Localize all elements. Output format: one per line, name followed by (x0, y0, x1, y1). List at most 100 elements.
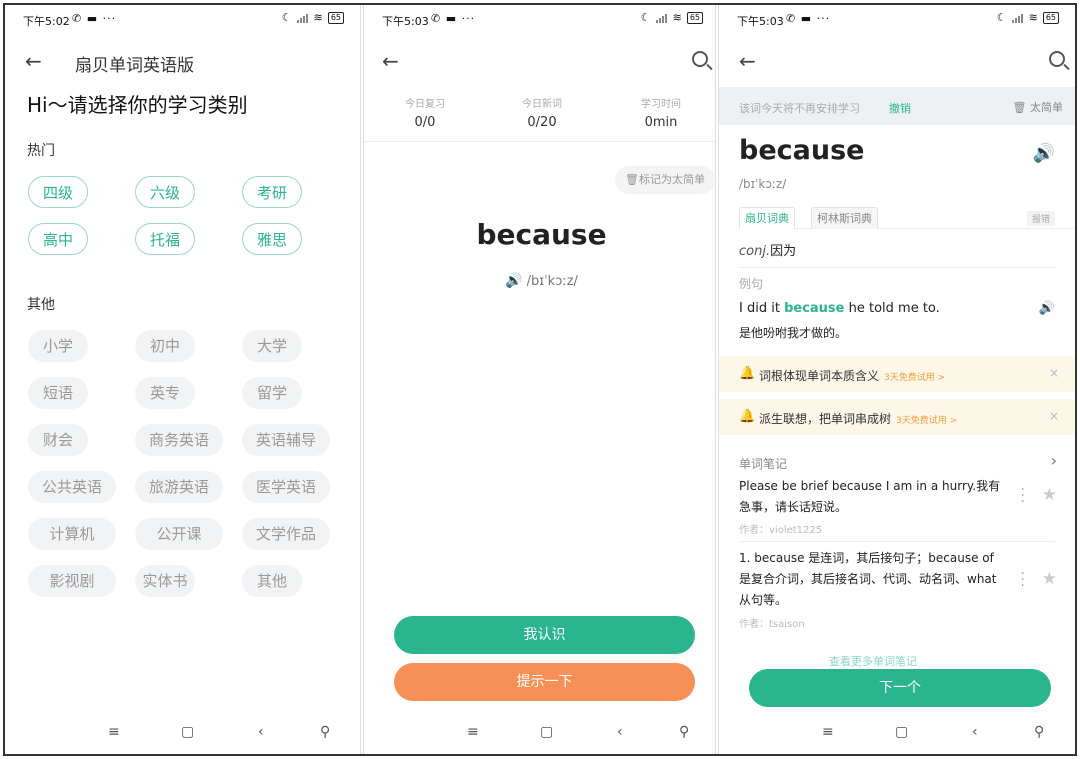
mark-too-easy-button[interactable]: 🗑标记为太简单 (615, 166, 715, 194)
app-title: 扇贝单词英语版 (75, 56, 194, 76)
menu-icon[interactable]: ≡ (467, 724, 479, 740)
category-chip[interactable]: 小学 (28, 330, 88, 362)
category-chip[interactable]: 初中 (135, 330, 195, 362)
bell-icon: 🔔 (739, 409, 756, 424)
back-icon[interactable]: ‹ (972, 724, 978, 740)
status-time: 下午5:03 (737, 15, 784, 28)
system-nav-bar: ≡ ▢ ‹ ⚲ (5, 722, 360, 746)
system-nav-bar: ≡ ▢ ‹ ⚲ (364, 722, 719, 746)
category-chip-kaoyan[interactable]: 考研 (242, 176, 302, 208)
word-detail-screen: 下午5:03 ✆ ▬ ··· ☾ ≋ 65 ← 该词今天将不再安排学习 撤销 🗑… (719, 5, 1075, 754)
page-heading: Hi～请选择你的学习类别 (27, 93, 248, 117)
moon-icon: ☾ (996, 11, 1007, 24)
mark-too-easy-label: 标记为太简单 (639, 173, 705, 186)
undo-link[interactable]: 撤销 (889, 100, 911, 116)
back-arrow-icon[interactable]: ← (739, 49, 756, 73)
search-icon[interactable] (1049, 51, 1065, 67)
too-easy-button[interactable]: 🗑 太简单 (1013, 99, 1063, 115)
tab-shanbay-dict[interactable]: 扇贝词典 (739, 207, 795, 229)
example-highlight: because (784, 301, 845, 316)
star-icon[interactable]: ★ (1042, 485, 1057, 505)
star-icon[interactable]: ★ (1042, 569, 1057, 589)
signal-icon (1011, 13, 1024, 23)
category-chip[interactable]: 计算机 (28, 518, 116, 550)
tab-collins-dict[interactable]: 柯林斯词典 (811, 207, 878, 229)
chevron-right-icon[interactable]: › (1051, 451, 1057, 470)
next-button[interactable]: 下一个 (749, 669, 1051, 707)
word-headword: because (739, 135, 865, 166)
more-options-icon[interactable]: · · · (1021, 567, 1025, 593)
status-bar: 下午5:03 ✆ ▬ ··· ☾ ≋ 65 (719, 11, 1075, 29)
divider (739, 541, 1055, 542)
stat-label: 今日新词 (522, 99, 562, 110)
category-chip[interactable]: 公共英语 (28, 471, 116, 503)
category-chip[interactable]: 留学 (242, 377, 302, 409)
stat-label: 学习时间 (641, 99, 681, 110)
category-chip[interactable]: 财会 (28, 424, 88, 456)
bell-icon: 🔔 (739, 366, 756, 381)
close-icon[interactable]: × (1049, 409, 1059, 423)
banner-text: 该词今天将不再安排学习 (739, 102, 860, 115)
accessibility-icon[interactable]: ⚲ (1034, 724, 1044, 740)
accessibility-icon[interactable]: ⚲ (679, 724, 689, 740)
home-icon[interactable]: ▢ (540, 724, 553, 740)
word-notes-label: 单词笔记 (739, 457, 788, 471)
home-icon[interactable]: ▢ (181, 724, 194, 740)
category-chip-cet6[interactable]: 六级 (135, 176, 195, 208)
speaker-icon[interactable]: 🔊 (1033, 143, 1055, 164)
free-trial-link[interactable]: 3天免费试用 > (884, 373, 945, 383)
category-chip[interactable]: 英语辅导 (242, 424, 330, 456)
category-chip[interactable]: 大学 (242, 330, 302, 362)
back-arrow-icon[interactable]: ← (25, 49, 42, 73)
status-bar: 下午5:03 ✆ ▬ ··· ☾ ≋ 65 (364, 11, 719, 29)
status-time: 下午5:03 (382, 15, 429, 28)
back-arrow-icon[interactable]: ← (382, 49, 399, 73)
category-chip-toefl[interactable]: 托福 (135, 223, 195, 255)
home-icon[interactable]: ▢ (895, 724, 908, 740)
report-button[interactable]: 报错 (1026, 211, 1055, 226)
category-chip[interactable]: 文学作品 (242, 518, 330, 550)
promo-banner-roots[interactable]: 🔔 词根体现单词本质含义 3天免费试用 > × (719, 356, 1075, 392)
moon-icon: ☾ (640, 11, 651, 24)
more-notes-link[interactable]: 查看更多单词笔记 (829, 653, 917, 669)
i-know-button[interactable]: 我认识 (394, 616, 695, 654)
example-speaker-icon[interactable]: 🔊 (1039, 301, 1055, 316)
category-chip-highschool[interactable]: 高中 (28, 223, 88, 255)
category-chip[interactable]: 医学英语 (242, 471, 330, 503)
free-trial-link[interactable]: 3天免费试用 > (896, 416, 957, 426)
example-label: 例句 (739, 277, 764, 291)
stat-new-words: 今日新词 0/20 (487, 95, 597, 130)
back-icon[interactable]: ‹ (258, 724, 264, 740)
promo-banner-derivation[interactable]: 🔔 派生联想，把单词串成树 3天免费试用 > × (719, 399, 1075, 435)
hint-button[interactable]: 提示一下 (394, 663, 695, 701)
category-chip-cet4[interactable]: 四级 (28, 176, 88, 208)
accessibility-icon[interactable]: ⚲ (320, 724, 330, 740)
category-chip-ielts[interactable]: 雅思 (242, 223, 302, 255)
category-chip[interactable]: 短语 (28, 377, 88, 409)
category-chip[interactable]: 商务英语 (135, 424, 223, 456)
note-author: 作者：tsaison (739, 619, 805, 630)
category-chip[interactable]: 英专 (135, 377, 195, 409)
category-chip[interactable]: 旅游英语 (135, 471, 223, 503)
speaker-icon[interactable]: 🔊 (505, 273, 522, 289)
category-chip[interactable]: 公开课 (135, 518, 223, 550)
pronunciation-row: 🔊 /bɪˈkɔːz/ (364, 273, 719, 289)
category-chip[interactable]: 实体书 (135, 565, 195, 597)
screenshot-collage: 下午5:02 ✆ ▬ ··· ☾ ≋ 65 ← 扇贝单词英语版 Hi～请选择你的… (3, 3, 1077, 756)
category-chip[interactable]: 其他 (242, 565, 302, 597)
menu-icon[interactable]: ≡ (822, 724, 834, 740)
back-icon[interactable]: ‹ (617, 724, 623, 740)
more-options-icon[interactable]: · · · (1021, 483, 1025, 509)
category-chip[interactable]: 影视剧 (28, 565, 116, 597)
stat-review: 今日复习 0/0 (370, 95, 480, 130)
notification-icons: ✆ ▬ ··· (786, 12, 831, 25)
search-icon[interactable] (692, 51, 708, 67)
wifi-icon: ≋ (1028, 11, 1038, 24)
battery-icon: 65 (327, 11, 344, 24)
definition: conj.因为 (739, 240, 796, 259)
close-icon[interactable]: × (1049, 366, 1059, 380)
signal-icon (655, 13, 668, 23)
menu-icon[interactable]: ≡ (108, 724, 120, 740)
stat-value: 0/20 (527, 115, 557, 130)
example-pre: I did it (739, 301, 785, 316)
